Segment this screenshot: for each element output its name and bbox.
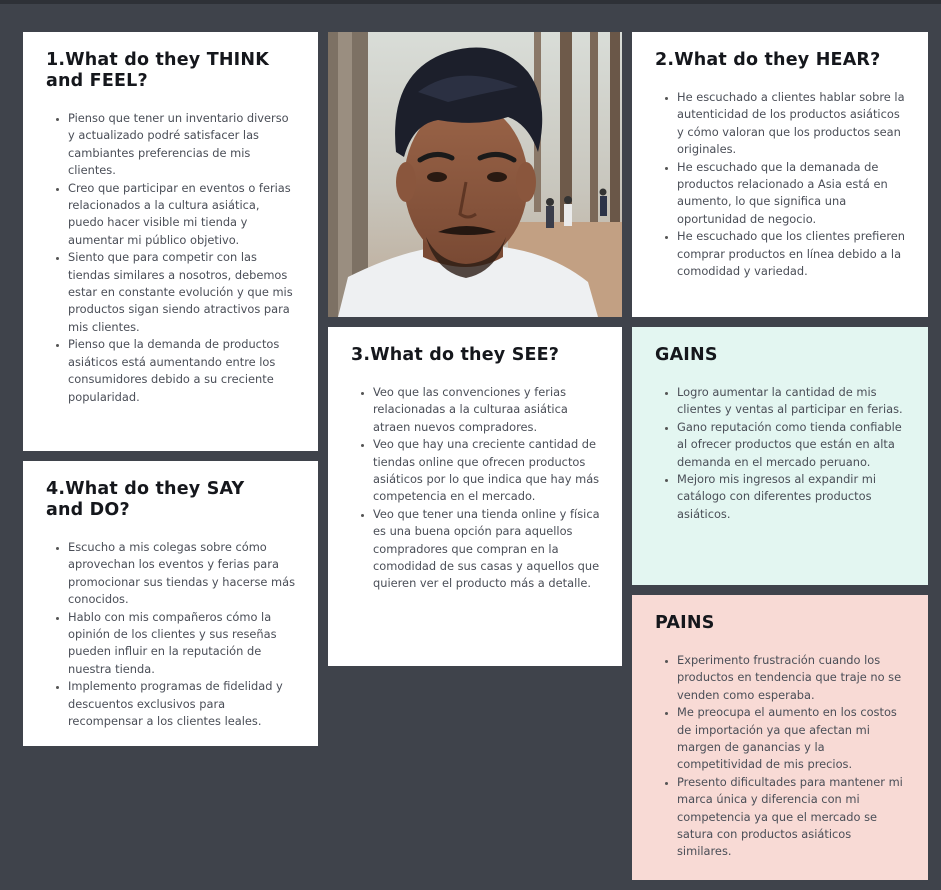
see-list: Veo que las convenciones y ferias relaci… — [351, 384, 600, 593]
list-item: Veo que las convenciones y ferias relaci… — [373, 384, 600, 436]
list-item: Mejoro mis ingresos al expandir mi catál… — [677, 471, 906, 523]
say-do-title: 4.What do they SAY and DO? — [46, 479, 245, 520]
think-feel-title: 1.What do they THINK and FEEL? — [46, 50, 269, 91]
gains-card: GAINS Logro aumentar la cantidad de mis … — [632, 327, 928, 585]
pains-title: PAINS — [655, 613, 715, 633]
list-item: Logro aumentar la cantidad de mis client… — [677, 384, 906, 419]
hear-card: 2.What do they HEAR? He escuchado a clie… — [632, 32, 928, 317]
pains-card: PAINS Experimento frustración cuando los… — [632, 595, 928, 880]
list-item: He escuchado a clientes hablar sobre la … — [677, 89, 906, 159]
persona-photo — [328, 32, 622, 317]
list-item: Presento dificultades para mantener mi m… — [677, 774, 906, 861]
list-item: Pienso que la demanda de productos asiát… — [68, 336, 296, 406]
list-item: Siento que para competir con las tiendas… — [68, 249, 296, 336]
list-item: Implemento programas de fidelidad y desc… — [68, 678, 296, 730]
say-do-list: Escucho a mis colegas sobre cómo aprovec… — [46, 539, 296, 730]
think-feel-list: Pienso que tener un inventario diverso y… — [46, 110, 296, 406]
list-item: Escucho a mis colegas sobre cómo aprovec… — [68, 539, 296, 609]
list-item: Veo que tener una tienda online y física… — [373, 506, 600, 593]
list-item: Veo que hay una creciente cantidad de ti… — [373, 436, 600, 506]
see-title: 3.What do they SEE? — [351, 345, 560, 365]
pains-list: Experimento frustración cuando los produ… — [655, 652, 906, 861]
list-item: Gano reputación como tienda confiable al… — [677, 419, 906, 471]
gains-list: Logro aumentar la cantidad de mis client… — [655, 384, 906, 523]
gains-title: GAINS — [655, 345, 718, 365]
list-item: Pienso que tener un inventario diverso y… — [68, 110, 296, 180]
hear-title: 2.What do they HEAR? — [655, 50, 881, 70]
say-do-card: 4.What do they SAY and DO? Escucho a mis… — [23, 461, 318, 746]
top-edge — [0, 0, 941, 4]
list-item: He escuchado que la demanada de producto… — [677, 159, 906, 229]
hear-list: He escuchado a clientes hablar sobre la … — [655, 89, 906, 280]
persona-portrait-image — [328, 32, 622, 317]
list-item: Creo que participar en eventos o ferias … — [68, 180, 296, 250]
list-item: Experimento frustración cuando los produ… — [677, 652, 906, 704]
list-item: Hablo con mis compañeros cómo la opinión… — [68, 609, 296, 679]
list-item: Me preocupa el aumento en los costos de … — [677, 704, 906, 774]
list-item: He escuchado que los clientes prefieren … — [677, 228, 906, 280]
think-feel-card: 1.What do they THINK and FEEL? Pienso qu… — [23, 32, 318, 451]
see-card: 3.What do they SEE? Veo que las convenci… — [328, 327, 622, 666]
